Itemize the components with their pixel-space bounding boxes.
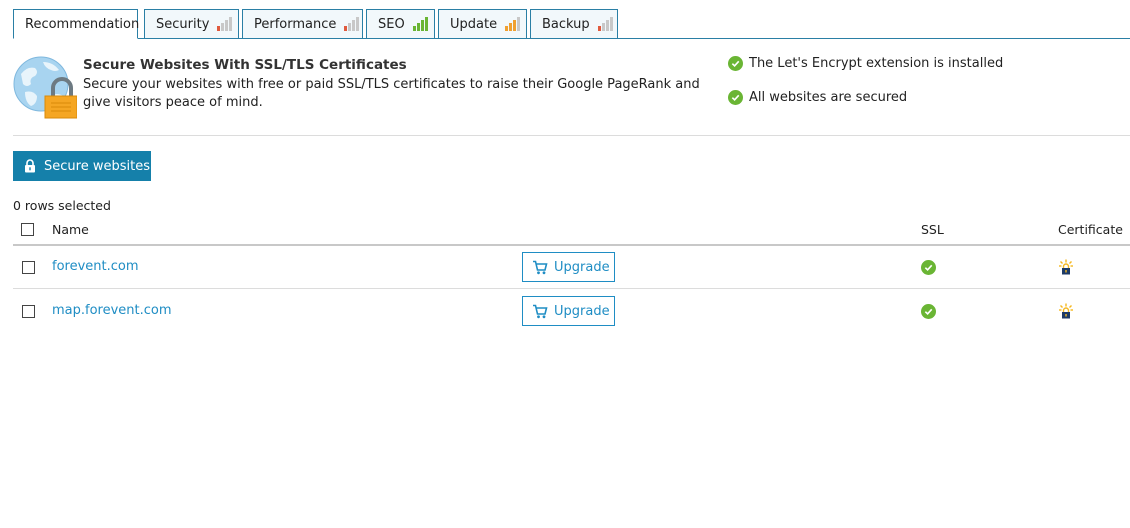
row-checkbox[interactable] — [22, 305, 35, 318]
status-text: All websites are secured — [749, 90, 908, 105]
secure-websites-label: Secure websites — [44, 158, 150, 174]
secure-websites-button[interactable]: Secure websites — [13, 151, 151, 181]
signal-bars-icon — [597, 17, 613, 31]
signal-bars-icon — [505, 17, 521, 31]
cart-icon — [533, 304, 548, 318]
column-header-name[interactable]: Name — [52, 222, 89, 237]
status-extension-installed: The Let's Encrypt extension is installed — [728, 56, 1003, 71]
tab-recommendation[interactable]: Recommendation — [13, 9, 140, 39]
signal-bars-icon — [217, 17, 233, 31]
tab-label: SEO — [378, 16, 405, 32]
domain-link[interactable]: forevent.com — [52, 259, 139, 274]
upgrade-button[interactable]: Upgrade — [522, 252, 615, 282]
ssl-ok-icon — [921, 260, 936, 275]
tab-label: Security — [156, 16, 210, 32]
tab-label: Recommendation — [25, 16, 140, 32]
upgrade-label: Upgrade — [554, 303, 610, 319]
status-websites-secured: All websites are secured — [728, 90, 907, 105]
check-icon — [728, 56, 743, 71]
domain-link[interactable]: map.forevent.com — [52, 303, 172, 318]
tab-bar: Recommendation Security Performance SEO … — [13, 9, 1130, 39]
tab-label: Performance — [254, 16, 337, 32]
tab-label: Backup — [542, 16, 590, 32]
row-checkbox[interactable] — [22, 261, 35, 274]
tab-security[interactable]: Security — [144, 9, 239, 39]
lock-icon — [25, 159, 35, 173]
check-icon — [728, 90, 743, 105]
row-divider — [13, 288, 1130, 289]
column-header-ssl: SSL — [921, 222, 944, 237]
tab-update[interactable]: Update — [438, 9, 527, 39]
upgrade-button[interactable]: Upgrade — [522, 296, 615, 326]
tab-seo[interactable]: SEO — [366, 9, 435, 39]
recommendation-title: Secure Websites With SSL/TLS Certificate… — [83, 57, 407, 73]
select-all-checkbox[interactable] — [21, 223, 34, 236]
status-text: The Let's Encrypt extension is installed — [749, 56, 1004, 71]
cart-icon — [533, 260, 548, 274]
ssl-ok-icon — [921, 304, 936, 319]
tab-backup[interactable]: Backup — [530, 9, 618, 39]
signal-bars-icon — [344, 17, 360, 31]
signal-bars-icon — [412, 17, 428, 31]
certificate-icon[interactable] — [1058, 303, 1074, 319]
table-header-divider — [13, 244, 1130, 246]
recommendation-description: Secure your websites with free or paid S… — [83, 77, 700, 110]
upgrade-label: Upgrade — [554, 259, 610, 275]
globe-lock-icon — [13, 54, 78, 120]
certificate-icon[interactable] — [1058, 259, 1074, 275]
tab-label: Update — [450, 16, 498, 32]
tab-performance[interactable]: Performance — [242, 9, 363, 39]
divider — [13, 135, 1130, 136]
column-header-certificate: Certificate — [1058, 222, 1123, 237]
rows-selected-count: 0 rows selected — [13, 198, 111, 213]
